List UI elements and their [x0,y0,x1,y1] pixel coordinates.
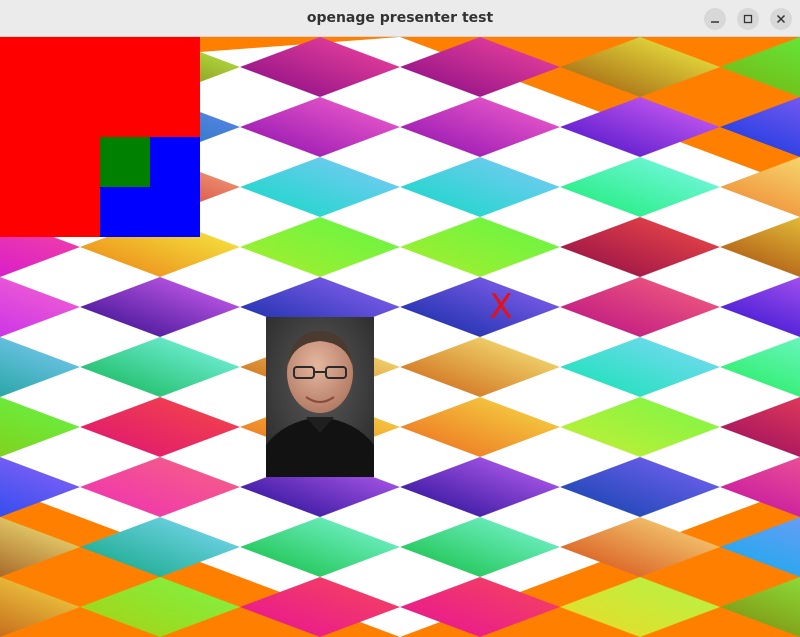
window-title: openage presenter test [306,10,494,26]
minimize-button[interactable] [704,8,726,30]
close-icon [776,14,786,24]
terrain-scene [0,37,800,637]
maximize-button[interactable] [737,8,759,30]
maximize-icon [743,14,753,24]
title-bar[interactable]: openage presenter test [0,0,800,37]
minimize-icon [711,21,719,23]
close-button[interactable] [770,8,792,30]
marker-x: X [489,287,513,327]
portrait-photo [266,317,374,477]
render-canvas[interactable]: X [0,37,800,637]
app-window: openage presenter test X [0,0,800,637]
overlay-green-square [100,137,150,187]
